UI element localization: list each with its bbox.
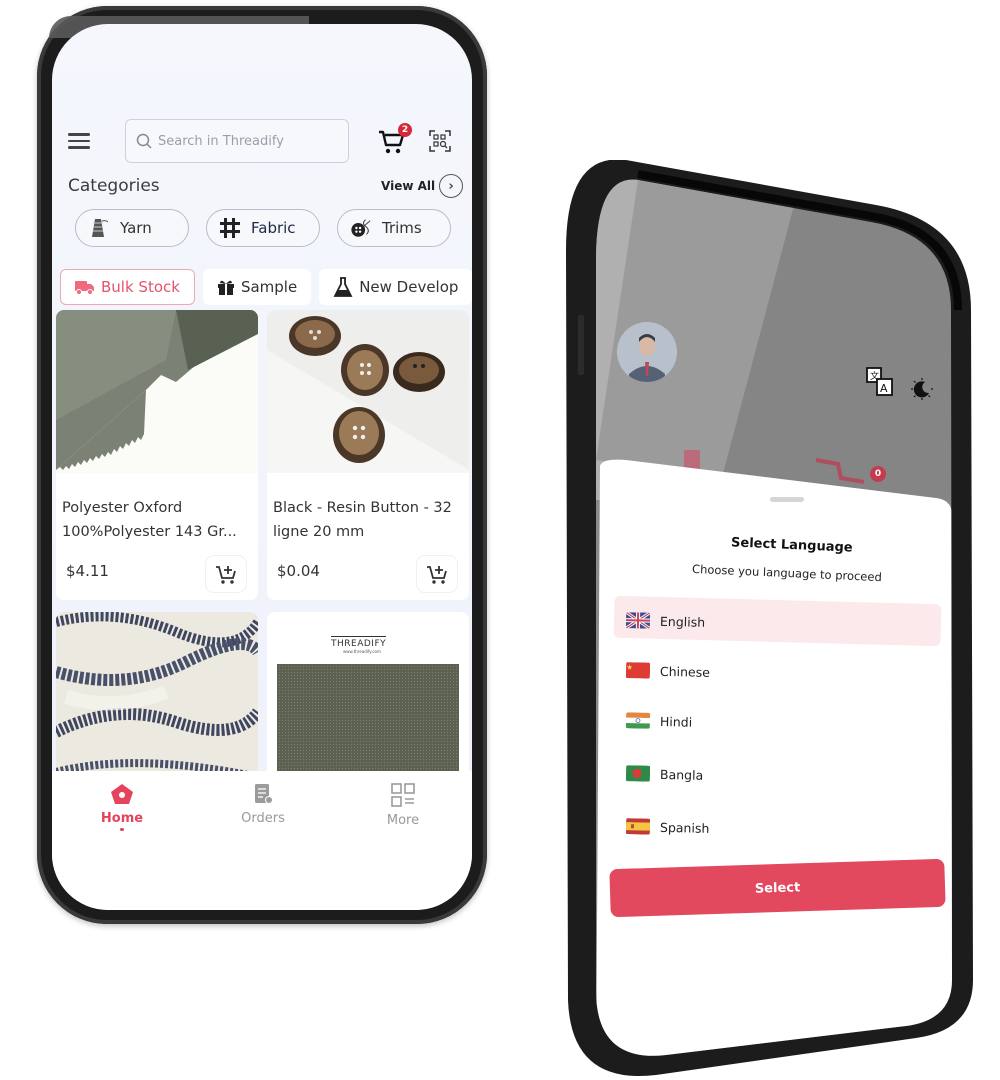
button-needle-icon <box>350 217 372 239</box>
tab-bulk-stock[interactable]: Bulk Stock <box>60 269 195 305</box>
product-price: $4.11 <box>66 562 109 580</box>
fabric-weave-icon <box>219 217 241 239</box>
add-to-cart-icon <box>216 566 236 584</box>
tab-sample[interactable]: Sample <box>202 269 312 305</box>
bangladesh-flag-icon <box>625 765 651 782</box>
translate-icon[interactable]: 文A <box>866 367 894 399</box>
phone-right-frame: 0 文A Select Language Choose you language… <box>566 160 976 1080</box>
tab-new-develop[interactable]: New Develop <box>319 269 472 305</box>
view-all-link[interactable]: View All › <box>381 174 464 198</box>
profile-cart-badge: 0 <box>870 466 886 482</box>
category-chip-fabric[interactable]: Fabric <box>206 209 320 247</box>
categories-title: Categories <box>68 176 160 196</box>
product-image-green-oxford <box>56 310 258 473</box>
language-option-chinese[interactable]: Chinese <box>625 662 711 680</box>
nav-more[interactable]: More <box>363 783 443 828</box>
product-price: $0.04 <box>277 562 320 580</box>
nav-label: Home <box>100 811 144 826</box>
category-chips: Yarn Fabric Trims <box>75 209 451 247</box>
tab-label: Bulk Stock <box>101 278 180 296</box>
tab-label: New Develop <box>359 278 459 296</box>
category-chip-trims[interactable]: Trims <box>337 209 451 247</box>
search-input[interactable] <box>158 133 338 149</box>
qr-scan-icon[interactable] <box>428 129 452 153</box>
tab-label: Sample <box>240 278 298 296</box>
category-chip-label: Yarn <box>120 219 152 237</box>
product-card[interactable]: THREADIFY www.threadify.com <box>267 612 469 782</box>
select-language-button[interactable]: Select <box>609 858 946 918</box>
active-indicator <box>120 828 124 831</box>
language-label: Chinese <box>659 663 711 680</box>
top-header: 2 <box>52 119 472 169</box>
nav-label: Orders <box>241 811 285 826</box>
language-option-hindi[interactable]: Hindi <box>625 712 693 730</box>
language-label: English <box>659 613 706 630</box>
product-image-threadify-swatch: THREADIFY www.threadify.com <box>267 612 469 782</box>
view-all-label: View All <box>381 179 436 193</box>
language-label: Hindi <box>659 713 693 730</box>
svg-text:A: A <box>880 382 888 395</box>
phone-left-frame: 2 Categories View All › <box>37 6 487 924</box>
language-option-spanish[interactable]: Spanish <box>625 818 710 836</box>
product-name: Black - Resin Button - 32 ligne 20 mm <box>273 500 452 540</box>
home-icon <box>111 784 133 804</box>
category-chip-yarn[interactable]: Yarn <box>75 209 189 247</box>
category-chip-label: Fabric <box>251 219 296 237</box>
language-option-english[interactable]: English <box>625 612 706 630</box>
profile-screen-with-language-sheet: 0 文A Select Language Choose you language… <box>566 160 976 1080</box>
nav-label: More <box>386 813 420 828</box>
language-label: Bangla <box>659 766 704 783</box>
add-to-cart-button[interactable] <box>417 556 457 592</box>
menu-icon[interactable] <box>68 133 90 149</box>
uk-flag-icon <box>625 612 651 629</box>
stock-type-tabs: Bulk Stock Sample New Develop <box>60 269 472 305</box>
language-label: Spanish <box>659 819 710 836</box>
add-to-cart-icon <box>427 566 447 584</box>
sheet-title: Select Language <box>730 535 853 556</box>
bottom-navigation: Home Orders More <box>52 771 472 910</box>
product-card[interactable]: Black - Resin Button - 32 ligne 20 mm $0… <box>267 310 469 600</box>
product-name: Polyester Oxford 100%Polyester 143 Gr... <box>62 500 237 540</box>
product-card[interactable]: Polyester Oxford 100%Polyester 143 Gr...… <box>56 310 258 600</box>
more-grid-icon <box>391 783 415 807</box>
home-screen: 2 Categories View All › <box>52 24 472 910</box>
add-to-cart-button[interactable] <box>206 556 246 592</box>
yarn-spool-icon <box>88 217 110 239</box>
india-flag-icon <box>625 712 651 729</box>
nav-home[interactable]: Home <box>82 783 162 831</box>
search-bar[interactable] <box>125 119 349 163</box>
china-flag-icon <box>625 662 651 679</box>
dark-mode-icon[interactable] <box>911 378 933 400</box>
product-card[interactable] <box>56 612 258 782</box>
truck-icon <box>75 279 95 295</box>
category-chip-label: Trims <box>382 219 422 237</box>
chevron-right-icon: › <box>439 174 464 198</box>
cart-button[interactable]: 2 <box>378 123 412 155</box>
cart-badge: 2 <box>398 123 412 137</box>
product-image-resin-buttons <box>267 310 469 473</box>
sheet-subtitle: Choose you language to proceed <box>691 561 883 585</box>
language-option-bangla[interactable]: Bangla <box>625 765 704 783</box>
mockup-stage: 2 Categories View All › <box>0 0 1000 1080</box>
nav-orders[interactable]: Orders <box>223 783 303 826</box>
flask-icon <box>333 276 353 298</box>
product-image-knit-fabric <box>56 612 258 782</box>
sheet-drag-handle[interactable] <box>770 497 804 502</box>
spain-flag-icon <box>625 818 651 835</box>
gift-icon <box>217 278 235 296</box>
search-icon <box>136 133 152 149</box>
profile-avatar[interactable] <box>617 322 677 382</box>
orders-icon <box>255 784 273 804</box>
